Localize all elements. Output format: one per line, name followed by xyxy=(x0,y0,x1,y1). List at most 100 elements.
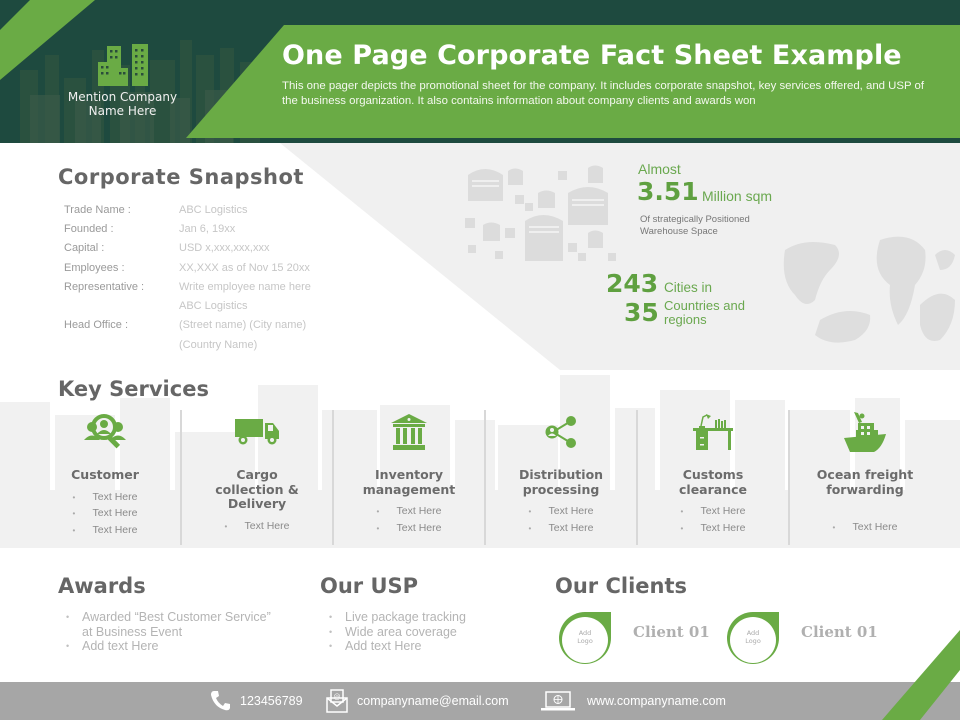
service-bullets: Text Here Text Here xyxy=(681,503,746,536)
client-logo-text: Add Logo xyxy=(745,629,761,645)
snapshot-value: Jan 6, 19xx xyxy=(179,222,236,235)
snapshot-label: Employees : xyxy=(64,261,125,274)
buildings-icon xyxy=(97,44,148,86)
service-customer: Customer Text Here Text Here Text Here xyxy=(30,410,180,545)
service-bullet: Text Here xyxy=(377,520,442,537)
service-name: Cargo collection & Delivery xyxy=(215,467,299,511)
service-bullet: Text Here xyxy=(681,503,746,520)
almost-label: Almost xyxy=(638,161,681,177)
key-services-title: Key Services xyxy=(58,377,209,401)
snapshot-row: Employees : XX,XXX as of Nov 15 20xx xyxy=(64,258,311,277)
footer-phone: 123456789 xyxy=(210,682,303,720)
usp-item: Add text Here xyxy=(327,639,547,654)
snapshot-row: (Country Name) xyxy=(64,335,311,354)
truck-icon xyxy=(235,419,279,445)
snapshot-value: Write employee name here xyxy=(179,280,311,293)
service-distribution: Distribution processing Text Here Text H… xyxy=(484,410,636,545)
snapshot-row: ABC Logistics xyxy=(64,296,311,315)
countries-label: Countries and regions xyxy=(664,298,745,327)
clients-title: Our Clients xyxy=(555,574,688,598)
service-bullets: Text Here Text Here xyxy=(377,503,442,536)
client-name: Client 01 xyxy=(633,623,710,641)
email-address[interactable]: companyname@email.com xyxy=(357,694,509,708)
service-name: Ocean freight forwarding xyxy=(816,467,914,497)
usp-item: Live package tracking xyxy=(327,610,547,625)
service-bullets: Text Here Text Here Text Here xyxy=(73,489,138,539)
service-ocean-freight: Ocean freight forwarding Text Here xyxy=(788,410,940,545)
ship-icon xyxy=(844,412,886,452)
snapshot-row: Trade Name : ABC Logistics xyxy=(64,200,311,219)
service-bullet: Text Here xyxy=(73,522,138,539)
snapshot-row: Head Office : (Street name) (City name) xyxy=(64,316,311,335)
service-bullet: Text Here xyxy=(681,520,746,537)
snapshot-row: Capital : USD x,xxx,xxx,xxx xyxy=(64,239,311,258)
usp-list: Live package tracking Wide area coverage… xyxy=(327,610,547,654)
countries-count: 35 xyxy=(624,298,659,327)
snapshot-value: ABC Logistics xyxy=(179,203,248,216)
corporate-snapshot-title: Corporate Snapshot xyxy=(58,165,304,189)
client-logo-text: Add Logo xyxy=(577,629,593,645)
snapshot-label: Trade Name : xyxy=(64,203,131,216)
phone-icon xyxy=(211,691,230,711)
warehouse-space-value: 3.51 xyxy=(637,177,699,206)
warehouse-space-description: Of strategically Positioned Warehouse Sp… xyxy=(640,214,750,237)
snapshot-table: Trade Name : ABC Logistics Founded : Jan 6… xyxy=(64,200,311,354)
service-bullets: Text Here Text Here xyxy=(529,503,594,536)
service-bullet: Text Here xyxy=(833,519,898,536)
award-item: Awarded “Best Customer Service” at Busin… xyxy=(64,610,284,639)
page-title: One Page Corporate Fact Sheet Example xyxy=(282,40,902,71)
snapshot-value: (Country Name) xyxy=(179,338,258,351)
service-name: Customs clearance xyxy=(679,467,747,497)
snapshot-value: USD x,xxx,xxx,xxx xyxy=(179,242,270,255)
snapshot-row: Representative : Write employee name here xyxy=(64,277,311,296)
service-cargo: Cargo collection & Delivery Text Here xyxy=(180,410,332,545)
snapshot-label: Founded : xyxy=(64,222,114,235)
email-envelope-icon: @ xyxy=(326,689,348,713)
service-bullet: Text Here xyxy=(529,503,594,520)
service-bullets: Text Here xyxy=(833,519,898,536)
snapshot-label: Representative : xyxy=(64,280,145,293)
snapshot-label: Head Office : xyxy=(64,319,128,332)
service-inventory: Inventory management Text Here Text Here xyxy=(332,410,484,545)
cities-count: 243 xyxy=(606,269,659,298)
footer-email[interactable]: @ companyname@email.com xyxy=(325,682,509,720)
customer-search-icon xyxy=(84,414,126,449)
service-bullet: Text Here xyxy=(377,503,442,520)
phone-number: 123456789 xyxy=(240,694,303,708)
bank-building-icon xyxy=(391,414,427,450)
snapshot-value: XX,XXX as of Nov 15 20xx xyxy=(179,261,310,274)
corner-stripe-decoration xyxy=(882,630,960,720)
company-name: Mention Company Name Here xyxy=(67,90,178,118)
service-bullet: Text Here xyxy=(73,489,138,506)
service-name: Distribution processing xyxy=(518,467,604,497)
footer-website[interactable]: www.companyname.com xyxy=(541,682,726,720)
service-customs: Customs clearance Text Here Text Here xyxy=(636,410,788,545)
cities-label: Cities in xyxy=(664,280,713,295)
world-map-icon xyxy=(783,236,955,343)
service-bullet: Text Here xyxy=(529,520,594,537)
desk-icon xyxy=(693,414,733,450)
warehouse-space-unit: Million sqm xyxy=(702,188,773,204)
snapshot-value: (Street name) (City name) xyxy=(179,319,307,332)
award-item: Add text Here xyxy=(64,639,284,654)
awards-list: Awarded “Best Customer Service” at Busin… xyxy=(64,610,284,654)
snapshot-row: Founded : Jan 6, 19xx xyxy=(64,219,311,238)
service-bullets: Text Here xyxy=(225,518,290,535)
website-url[interactable]: www.companyname.com xyxy=(587,694,726,708)
svg-text:@: @ xyxy=(334,693,341,701)
services-list: Customer Text Here Text Here Text Here C… xyxy=(30,410,940,545)
warehouse-icon xyxy=(465,165,616,261)
intro-text: This one pager depicts the promotional s… xyxy=(282,80,925,107)
company-logo: Mention Company Name Here xyxy=(55,44,190,118)
service-name: Inventory management xyxy=(362,467,456,497)
footer: 123456789 @ companyname@email.com www.co… xyxy=(0,682,960,720)
share-network-icon xyxy=(545,416,576,448)
laptop-globe-icon xyxy=(541,691,575,711)
snapshot-value: ABC Logistics xyxy=(179,300,248,313)
service-name: Customer xyxy=(71,467,139,482)
awards-title: Awards xyxy=(58,574,146,598)
snapshot-label: Capital : xyxy=(64,242,105,255)
service-bullet: Text Here xyxy=(225,518,290,535)
header: Mention Company Name Here One Page Corpo… xyxy=(0,0,960,143)
usp-item: Wide area coverage xyxy=(327,625,547,640)
